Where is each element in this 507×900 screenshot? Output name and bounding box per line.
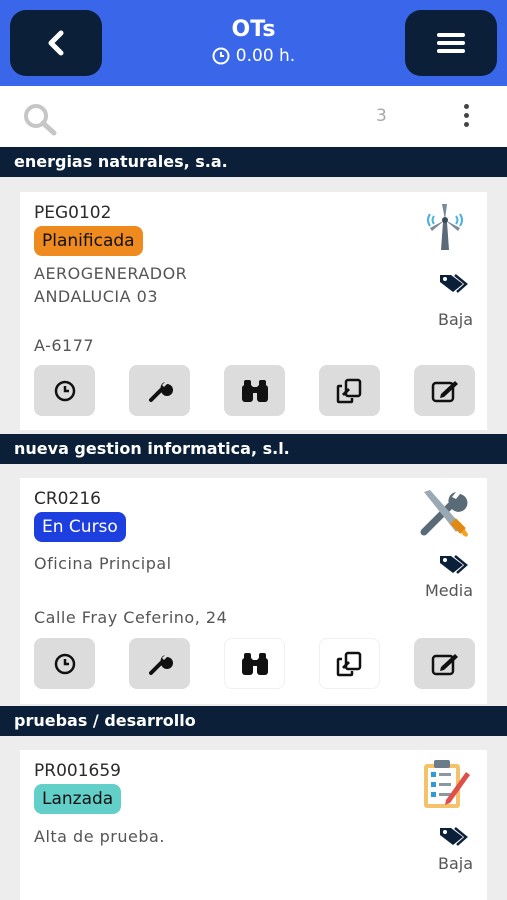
binoculars-icon: [241, 652, 268, 675]
work-order-card[interactable]: CR0216 En Curso Oficina Principal Calle …: [20, 478, 487, 704]
action-row: [34, 638, 475, 689]
wrench-button[interactable]: [129, 365, 190, 416]
order-code: CR0216: [34, 489, 101, 509]
clock-icon: [54, 380, 75, 401]
group-header: pruebas / desarrollo: [0, 706, 507, 736]
copy-button[interactable]: [319, 638, 380, 689]
order-description: Oficina Principal: [34, 552, 172, 575]
clock-icon: [54, 653, 75, 674]
tools-icon: [420, 490, 468, 537]
priority-label: Baja: [437, 854, 473, 873]
description-line: AEROGENERADOR: [34, 264, 188, 283]
app-header: OTs 0.00 h.: [0, 0, 507, 86]
binoculars-button[interactable]: [224, 638, 285, 689]
binoculars-button[interactable]: [224, 365, 285, 416]
wrench-icon: [148, 654, 173, 675]
copy-icon: [336, 651, 361, 676]
order-description: AEROGENERADOR ANDALUCIA 03: [34, 262, 187, 308]
hours-value: 0.00 h.: [235, 46, 296, 66]
work-order-card[interactable]: PR001659 Lanzada Alta de prueba. Baja: [20, 750, 487, 900]
copy-button[interactable]: [319, 365, 380, 416]
description-line: ANDALUCIA 03: [34, 287, 159, 306]
more-options-icon[interactable]: [456, 102, 476, 130]
description-line: Oficina Principal: [34, 554, 172, 573]
edit-icon: [431, 653, 458, 675]
order-code: PEG0102: [34, 203, 112, 223]
binoculars-icon: [241, 379, 268, 402]
order-address: A-6177: [34, 336, 95, 355]
wrench-icon: [148, 381, 173, 402]
status-badge: En Curso: [34, 512, 126, 542]
priority-label: Media: [424, 581, 473, 600]
status-badge: Planificada: [34, 226, 143, 256]
priority-label: Baja: [437, 310, 473, 329]
copy-icon: [336, 378, 361, 403]
search-bar: 3: [0, 86, 507, 147]
action-row: [34, 365, 475, 416]
clock-icon: [212, 47, 230, 65]
order-description: Alta de prueba.: [34, 825, 165, 848]
group-header: energias naturales, s.a.: [0, 147, 507, 177]
tag-icon: [440, 555, 468, 574]
time-log-button[interactable]: [34, 638, 95, 689]
order-address: Calle Fray Ceferino, 24: [34, 608, 228, 627]
edit-button[interactable]: [414, 365, 475, 416]
edit-button[interactable]: [414, 638, 475, 689]
clipboard-checklist-icon: [424, 760, 470, 808]
tag-icon: [440, 827, 468, 846]
wind-turbine-icon: [427, 204, 463, 250]
work-order-card[interactable]: PEG0102 Planificada AEROGENERADOR ANDALU…: [20, 192, 487, 430]
time-log-button[interactable]: [34, 365, 95, 416]
group-header: nueva gestion informatica, s.l.: [0, 434, 507, 464]
description-line: Alta de prueba.: [34, 827, 165, 846]
menu-button[interactable]: [405, 10, 497, 76]
hamburger-icon: [437, 33, 465, 53]
results-count: 3: [376, 106, 387, 126]
wrench-button[interactable]: [129, 638, 190, 689]
tag-icon: [440, 274, 468, 293]
order-code: PR001659: [34, 761, 121, 781]
search-icon[interactable]: [22, 102, 58, 136]
edit-icon: [431, 380, 458, 402]
status-badge: Lanzada: [34, 784, 122, 814]
